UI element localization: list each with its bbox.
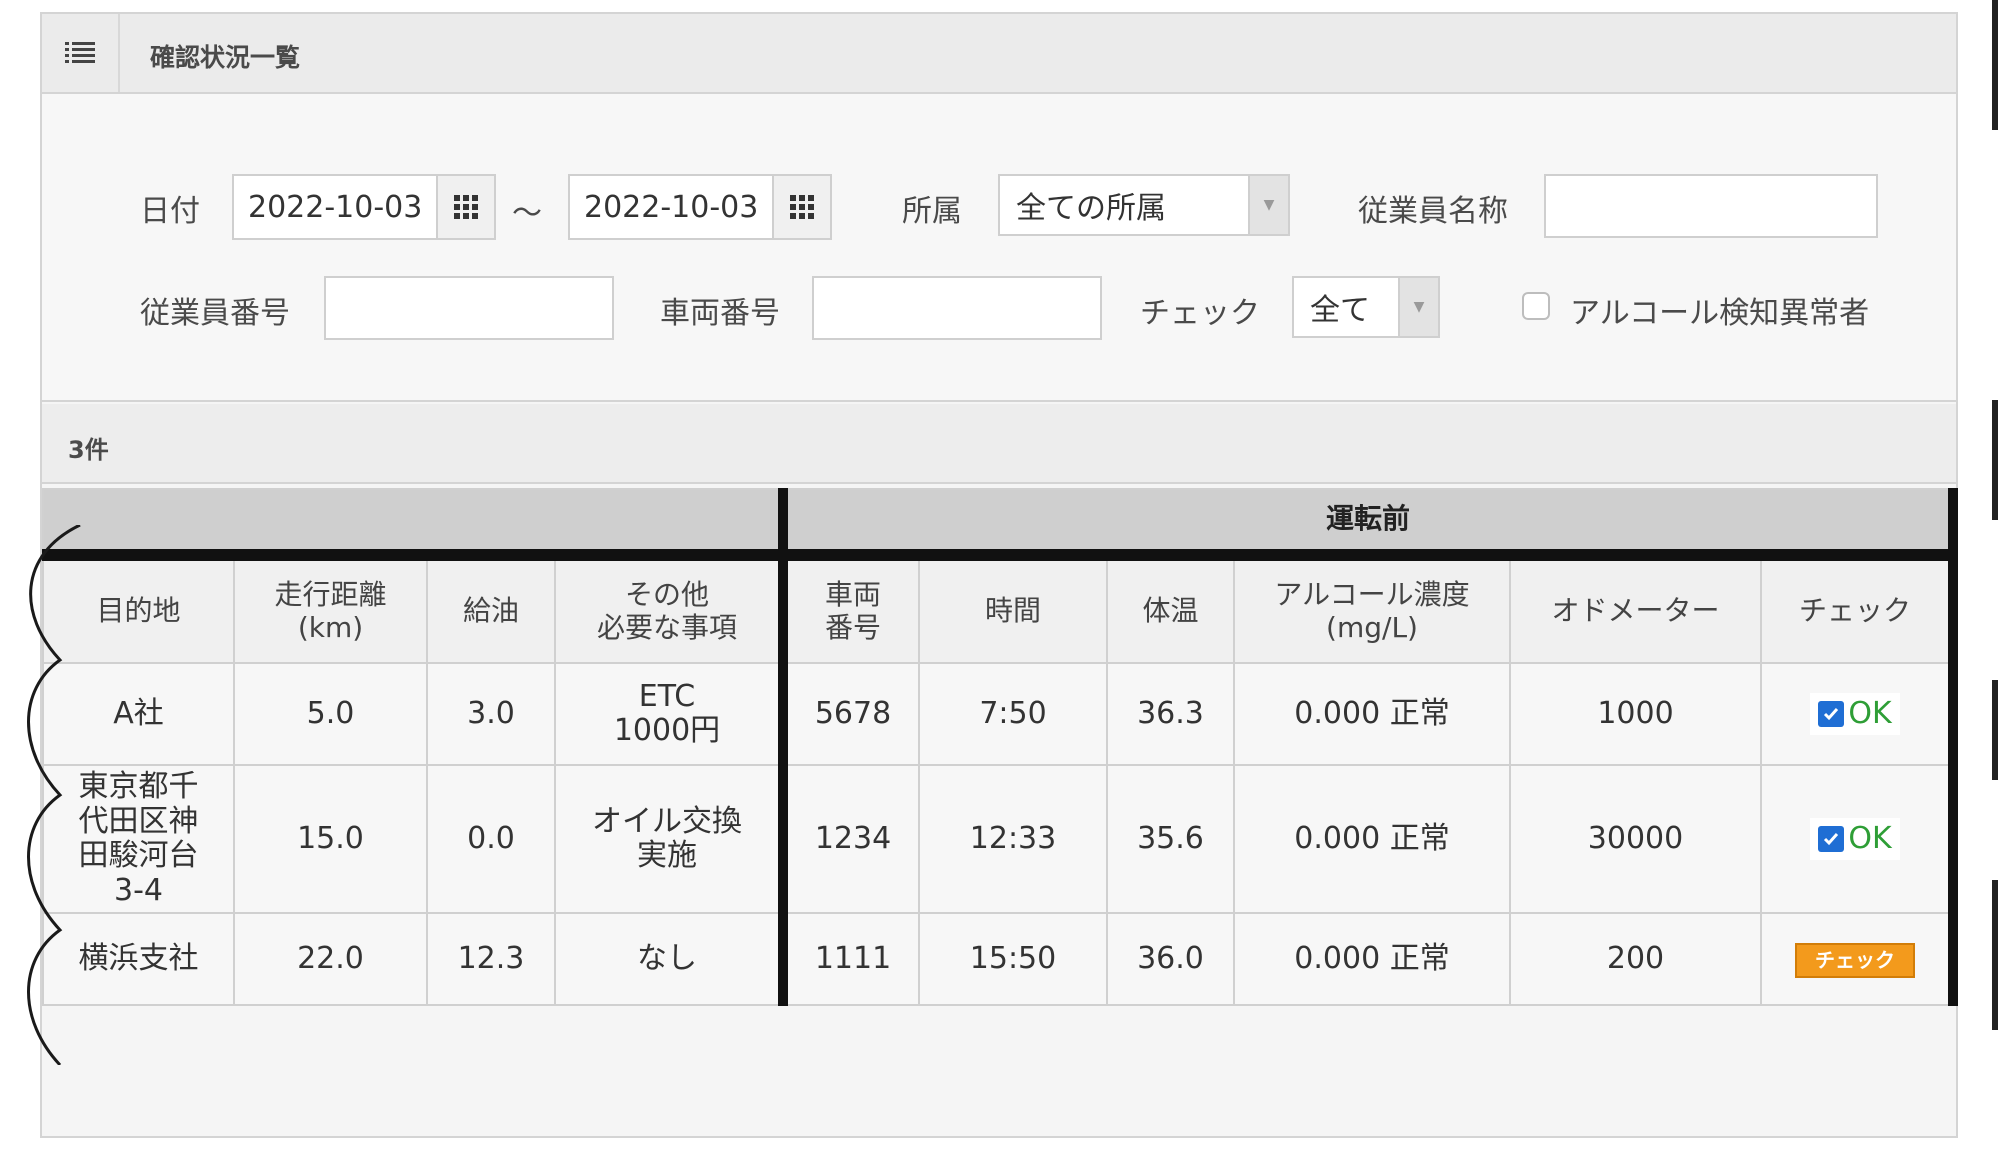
result-count: 3件 bbox=[68, 436, 109, 464]
cell-alcohol: 0.000 正常 bbox=[1233, 662, 1511, 766]
calendar-grid-icon bbox=[790, 195, 815, 219]
date-from-field[interactable]: 2022-10-03 bbox=[232, 174, 496, 240]
column-header-alcohol: アルコール濃度 (mg/L) bbox=[1233, 554, 1511, 664]
date-label: 日付 bbox=[140, 194, 200, 229]
cell-odometer: 200 bbox=[1509, 912, 1762, 1006]
cell-vehicle: 5678 bbox=[778, 662, 920, 766]
check-filter-label: チェック bbox=[1140, 296, 1260, 331]
table-row: 横浜支社 22.0 12.3 なし 1111 15:50 36.0 0.000 … bbox=[42, 912, 1958, 1006]
department-select-value: 全ての所属 bbox=[1016, 191, 1166, 226]
filter-area: 日付 2022-10-03 ～ 2022-10-03 所属 全ての所属 ▼ 従業… bbox=[42, 94, 1956, 402]
cell-distance: 22.0 bbox=[233, 912, 428, 1006]
column-header-distance: 走行距離 (km) bbox=[233, 554, 428, 664]
app-root: 確認状況一覧 日付 2022-10-03 ～ 2022-10-03 所属 全ての… bbox=[0, 0, 2000, 1149]
employee-name-input[interactable] bbox=[1544, 174, 1878, 238]
calendar-grid-icon bbox=[454, 195, 479, 219]
employee-number-input[interactable] bbox=[324, 276, 614, 340]
cell-temperature: 36.3 bbox=[1106, 662, 1235, 766]
employee-number-label: 従業員番号 bbox=[140, 296, 290, 331]
date-to-value: 2022-10-03 bbox=[584, 189, 759, 225]
check-ok-status[interactable]: OK bbox=[1810, 817, 1900, 861]
cell-temperature: 36.0 bbox=[1106, 912, 1235, 1006]
table-row: A社 5.0 3.0 ETC 1000円 5678 7:50 36.3 0.000… bbox=[42, 662, 1958, 766]
check-filter-value: 全て bbox=[1310, 293, 1370, 328]
panel-header: 確認状況一覧 bbox=[42, 14, 1956, 94]
table-header-row: 目的地 走行距離 (km) 給油 その他 必要な事項 車両 番号 時間 体温 アルコー… bbox=[42, 554, 1958, 664]
group-header-empty bbox=[42, 488, 784, 561]
check-filter-select[interactable]: 全て ▼ bbox=[1292, 276, 1440, 338]
checkbox-checked-icon bbox=[1818, 701, 1845, 727]
cell-check: チェック bbox=[1760, 912, 1958, 1006]
column-header-check: チェック bbox=[1760, 554, 1958, 664]
date-to-field[interactable]: 2022-10-03 bbox=[568, 174, 832, 240]
group-header-before-driving: 運転前 bbox=[778, 488, 1958, 561]
cell-odometer: 1000 bbox=[1509, 662, 1762, 766]
column-header-odometer: オドメーター bbox=[1509, 554, 1762, 664]
list-icon bbox=[65, 42, 95, 63]
page-title: 確認状況一覧 bbox=[150, 43, 301, 72]
cell-odometer: 30000 bbox=[1509, 764, 1762, 914]
alcohol-abnormal-checkbox[interactable] bbox=[1522, 292, 1550, 320]
cell-alcohol: 0.000 正常 bbox=[1233, 764, 1511, 914]
cell-fuel: 3.0 bbox=[426, 662, 556, 766]
wavy-cut-line bbox=[27, 525, 81, 1065]
cell-other: なし bbox=[554, 912, 784, 1006]
column-header-temperature: 体温 bbox=[1106, 554, 1235, 664]
alcohol-abnormal-label: アルコール検知異常者 bbox=[1570, 296, 1870, 331]
column-header-time: 時間 bbox=[918, 554, 1108, 664]
cell-vehicle: 1111 bbox=[778, 912, 920, 1006]
cell-other: ETC 1000円 bbox=[554, 662, 784, 766]
chevron-down-icon: ▼ bbox=[1248, 176, 1288, 234]
cell-time: 15:50 bbox=[918, 912, 1108, 1006]
cell-time: 7:50 bbox=[918, 662, 1108, 766]
chevron-down-icon: ▼ bbox=[1398, 278, 1438, 336]
column-header-fuel: 給油 bbox=[426, 554, 556, 664]
cell-other: オイル交換 実施 bbox=[554, 764, 784, 914]
date-to-calendar-button[interactable] bbox=[772, 176, 830, 238]
date-from-value: 2022-10-03 bbox=[248, 189, 423, 225]
edge-marks bbox=[1992, 0, 1998, 1030]
vehicle-number-label: 車両番号 bbox=[660, 296, 780, 331]
checkbox-checked-icon bbox=[1818, 826, 1845, 852]
cell-check: OK bbox=[1760, 662, 1958, 766]
status-table: 運転前 目的地 走行距離 (km) 給油 その他 必要な事項 車両 番号 時間 体温 … bbox=[42, 488, 1958, 1006]
column-header-vehicle: 車両 番号 bbox=[778, 554, 920, 664]
cell-check: OK bbox=[1760, 764, 1958, 914]
table-row: 東京都千 代田区神 田駿河台 3-4 15.0 0.0 オイル交換 実施 1234 12… bbox=[42, 764, 1958, 914]
cell-fuel: 12.3 bbox=[426, 912, 556, 1006]
department-select[interactable]: 全ての所属 ▼ bbox=[998, 174, 1290, 236]
result-count-bar: 3件 bbox=[42, 404, 1956, 484]
menu-button[interactable] bbox=[42, 14, 120, 92]
cell-vehicle: 1234 bbox=[778, 764, 920, 914]
cell-distance: 15.0 bbox=[233, 764, 428, 914]
cell-time: 12:33 bbox=[918, 764, 1108, 914]
check-ok-status[interactable]: OK bbox=[1810, 692, 1900, 736]
cell-distance: 5.0 bbox=[233, 662, 428, 766]
check-ok-label: OK bbox=[1848, 820, 1892, 856]
table-group-header-row: 運転前 bbox=[42, 488, 1958, 561]
cell-temperature: 35.6 bbox=[1106, 764, 1235, 914]
department-label: 所属 bbox=[902, 194, 962, 229]
check-ok-label: OK bbox=[1848, 695, 1892, 731]
vehicle-number-input[interactable] bbox=[812, 276, 1102, 340]
cell-fuel: 0.0 bbox=[426, 764, 556, 914]
date-separator: ～ bbox=[512, 196, 542, 231]
column-header-other: その他 必要な事項 bbox=[554, 554, 784, 664]
check-action-button[interactable]: チェック bbox=[1795, 942, 1915, 978]
date-from-calendar-button[interactable] bbox=[436, 176, 494, 238]
cell-alcohol: 0.000 正常 bbox=[1233, 912, 1511, 1006]
employee-name-label: 従業員名称 bbox=[1358, 194, 1508, 229]
